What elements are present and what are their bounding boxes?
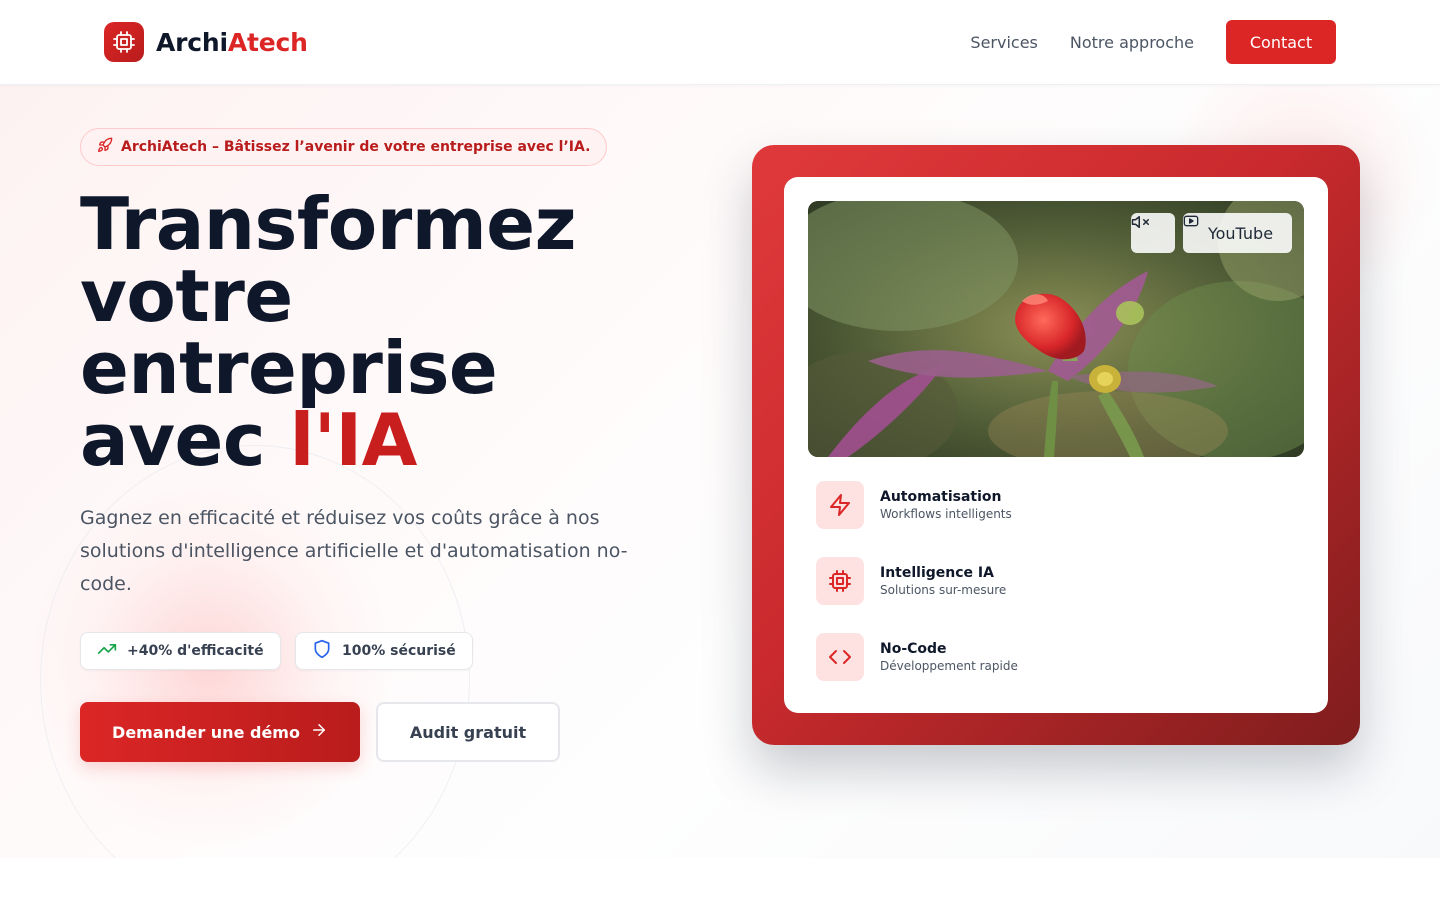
feature-title: Automatisation (880, 489, 1002, 505)
contact-button[interactable]: Contact (1226, 20, 1336, 64)
cpu-chip-icon (816, 557, 864, 605)
code-brackets-icon (816, 633, 864, 681)
trending-up-icon (97, 639, 117, 663)
feature-text: Intelligence IA Solutions sur-mesure (880, 564, 1006, 598)
feature-text: No-Code Développement rapide (880, 640, 1018, 674)
youtube-label: YouTube (1207, 223, 1274, 243)
request-demo-button[interactable]: Demander une démo (80, 702, 360, 762)
hero-subtitle: Gagnez en efficacité et réduisez vos coû… (80, 507, 628, 595)
chip-logo-icon (104, 22, 144, 62)
hero-badge: ArchiAtech – Bâtissez l’avenir de votre … (80, 128, 608, 166)
youtube-button[interactable]: YouTube (1183, 213, 1292, 253)
main-nav: Services Notre approche Contact (970, 20, 1336, 64)
feature-item-intelligence-ia: Intelligence IA Solutions sur-mesure (816, 557, 1296, 605)
arrow-right-icon (310, 721, 328, 743)
feature-title: Intelligence IA (880, 565, 994, 581)
nav-link-services[interactable]: Services (970, 33, 1037, 52)
request-demo-label: Demander une démo (112, 722, 300, 742)
headline-line: Transformez (80, 182, 576, 266)
headline-line-last: avec l'IA (80, 404, 720, 476)
mute-button[interactable] (1131, 213, 1175, 253)
brand-name: ArchiAtech (156, 28, 308, 57)
feature-item-no-code: No-Code Développement rapide (816, 633, 1296, 681)
shield-icon (312, 639, 332, 663)
feature-subtitle: Développement rapide (880, 659, 1018, 673)
headline-line: entreprise (80, 326, 498, 410)
brand-name-part2: Atech (227, 27, 308, 57)
stat-label: +40% d'efficacité (127, 643, 264, 659)
hero-badge-text: ArchiAtech – Bâtissez l’avenir de votre … (121, 139, 591, 155)
site-header: ArchiAtech Services Notre approche Conta… (0, 0, 1440, 85)
hero-headline: Transformez votre entreprise avec l'IA (80, 188, 720, 476)
brand-name-part1: Archi (156, 27, 228, 57)
feature-item-automatisation: Automatisation Workflows intelligents (816, 481, 1296, 529)
nav-link-notre-approche[interactable]: Notre approche (1070, 33, 1194, 52)
feature-subtitle: Workflows intelligents (880, 507, 1012, 521)
feature-title: No-Code (880, 641, 947, 657)
stat-label: 100% sécurisé (342, 643, 456, 659)
feature-text: Automatisation Workflows intelligents (880, 488, 1012, 522)
free-audit-button[interactable]: Audit gratuit (376, 702, 560, 762)
stat-badge-efficiency: +40% d'efficacité (80, 632, 281, 670)
feature-subtitle: Solutions sur-mesure (880, 583, 1007, 597)
video-player[interactable]: YouTube (808, 201, 1304, 457)
stat-badge-security: 100% sécurisé (295, 632, 473, 670)
lightning-icon (816, 481, 864, 529)
headline-line: votre (80, 254, 293, 338)
rocket-icon (97, 137, 113, 157)
headline-prefix: avec (80, 398, 290, 482)
headline-accent: l'IA (289, 398, 418, 482)
brand-logo[interactable]: ArchiAtech (104, 22, 308, 62)
